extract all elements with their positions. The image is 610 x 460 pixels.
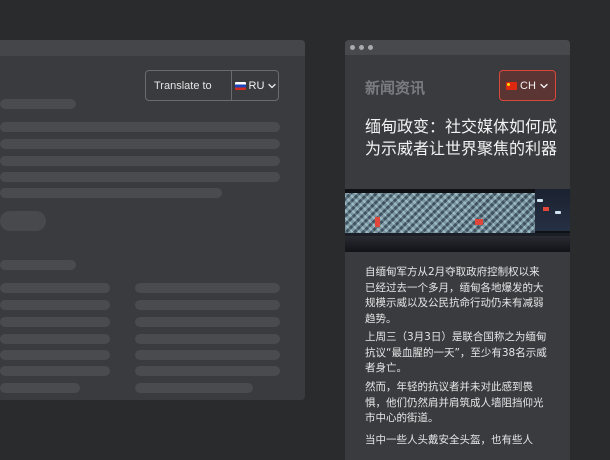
window-dot (350, 45, 355, 50)
window-dot (359, 45, 364, 50)
article-paragraph: 上周三（3月3日）是联合国称之为缅甸抗议“最血腥的一天”，至少有38名示威者身亡… (365, 331, 547, 374)
photo-red-sign (475, 219, 483, 225)
photo-red-sign (543, 207, 549, 211)
placeholder-line (0, 188, 222, 198)
placeholder-line (135, 383, 253, 393)
china-flag-icon (506, 81, 518, 90)
placeholder-line (0, 156, 280, 166)
photo-street (345, 236, 570, 252)
photo-facade-dark (535, 189, 570, 231)
placeholder-line (0, 260, 76, 270)
photo-facade (345, 193, 535, 233)
placeholder-line (0, 99, 76, 109)
translate-to-control: Translate to RU (145, 70, 279, 101)
placeholder-pill (0, 211, 46, 231)
article-language-select[interactable]: CH (499, 70, 556, 101)
placeholder-line (135, 317, 280, 327)
article-paragraph: 然而，年轻的抗议者并未对此感到畏惧，他们仍然肩并肩筑成人墙阻挡仰光市中心的街道。 (365, 381, 544, 424)
placeholder-line (0, 366, 110, 376)
placeholder-line (0, 334, 110, 344)
article-headline: 缅甸政变：社交媒体如何成为示威者让世界聚焦的利器 (365, 117, 558, 158)
placeholder-line (0, 383, 80, 393)
article-paragraph: 自缅甸军方从2月夺取政府控制权以来已经过去一个多月，缅甸各地爆发的大规模示威以及… (365, 266, 544, 325)
chevron-down-icon (540, 83, 548, 88)
placeholder-line (0, 122, 280, 132)
article-photo (345, 189, 570, 252)
placeholder-line (0, 300, 110, 310)
placeholder-line (135, 350, 280, 360)
article-window-titlebar (345, 40, 570, 55)
placeholder-line (135, 366, 280, 376)
translate-to-label: Translate to (154, 79, 212, 92)
photo-light (555, 211, 561, 214)
placeholder-line (0, 283, 110, 293)
translated-article-window: 新闻资讯 CH 缅甸政变：社交媒体如何成为示威者让世界聚焦的利器 自缅甸军方从2… (345, 40, 570, 460)
target-language-select[interactable]: RU (231, 71, 280, 100)
placeholder-line (0, 317, 110, 327)
window-dot (368, 45, 373, 50)
placeholder-line (135, 334, 280, 344)
placeholder-line (0, 350, 110, 360)
placeholder-line (0, 172, 280, 182)
source-window-titlebar (0, 40, 305, 56)
photo-light (537, 199, 543, 202)
placeholder-line (0, 139, 280, 149)
target-language-code: RU (248, 79, 265, 92)
section-label: 新闻资讯 (365, 79, 426, 97)
russia-flag-icon (234, 81, 246, 90)
placeholder-line (135, 283, 280, 293)
placeholder-line (135, 300, 280, 310)
chevron-down-icon (268, 83, 277, 88)
article-paragraph: 当中一些人头戴安全头盔，也有些人 (365, 434, 533, 446)
photo-red-sign (375, 217, 380, 227)
article-language-code: CH (520, 79, 536, 92)
